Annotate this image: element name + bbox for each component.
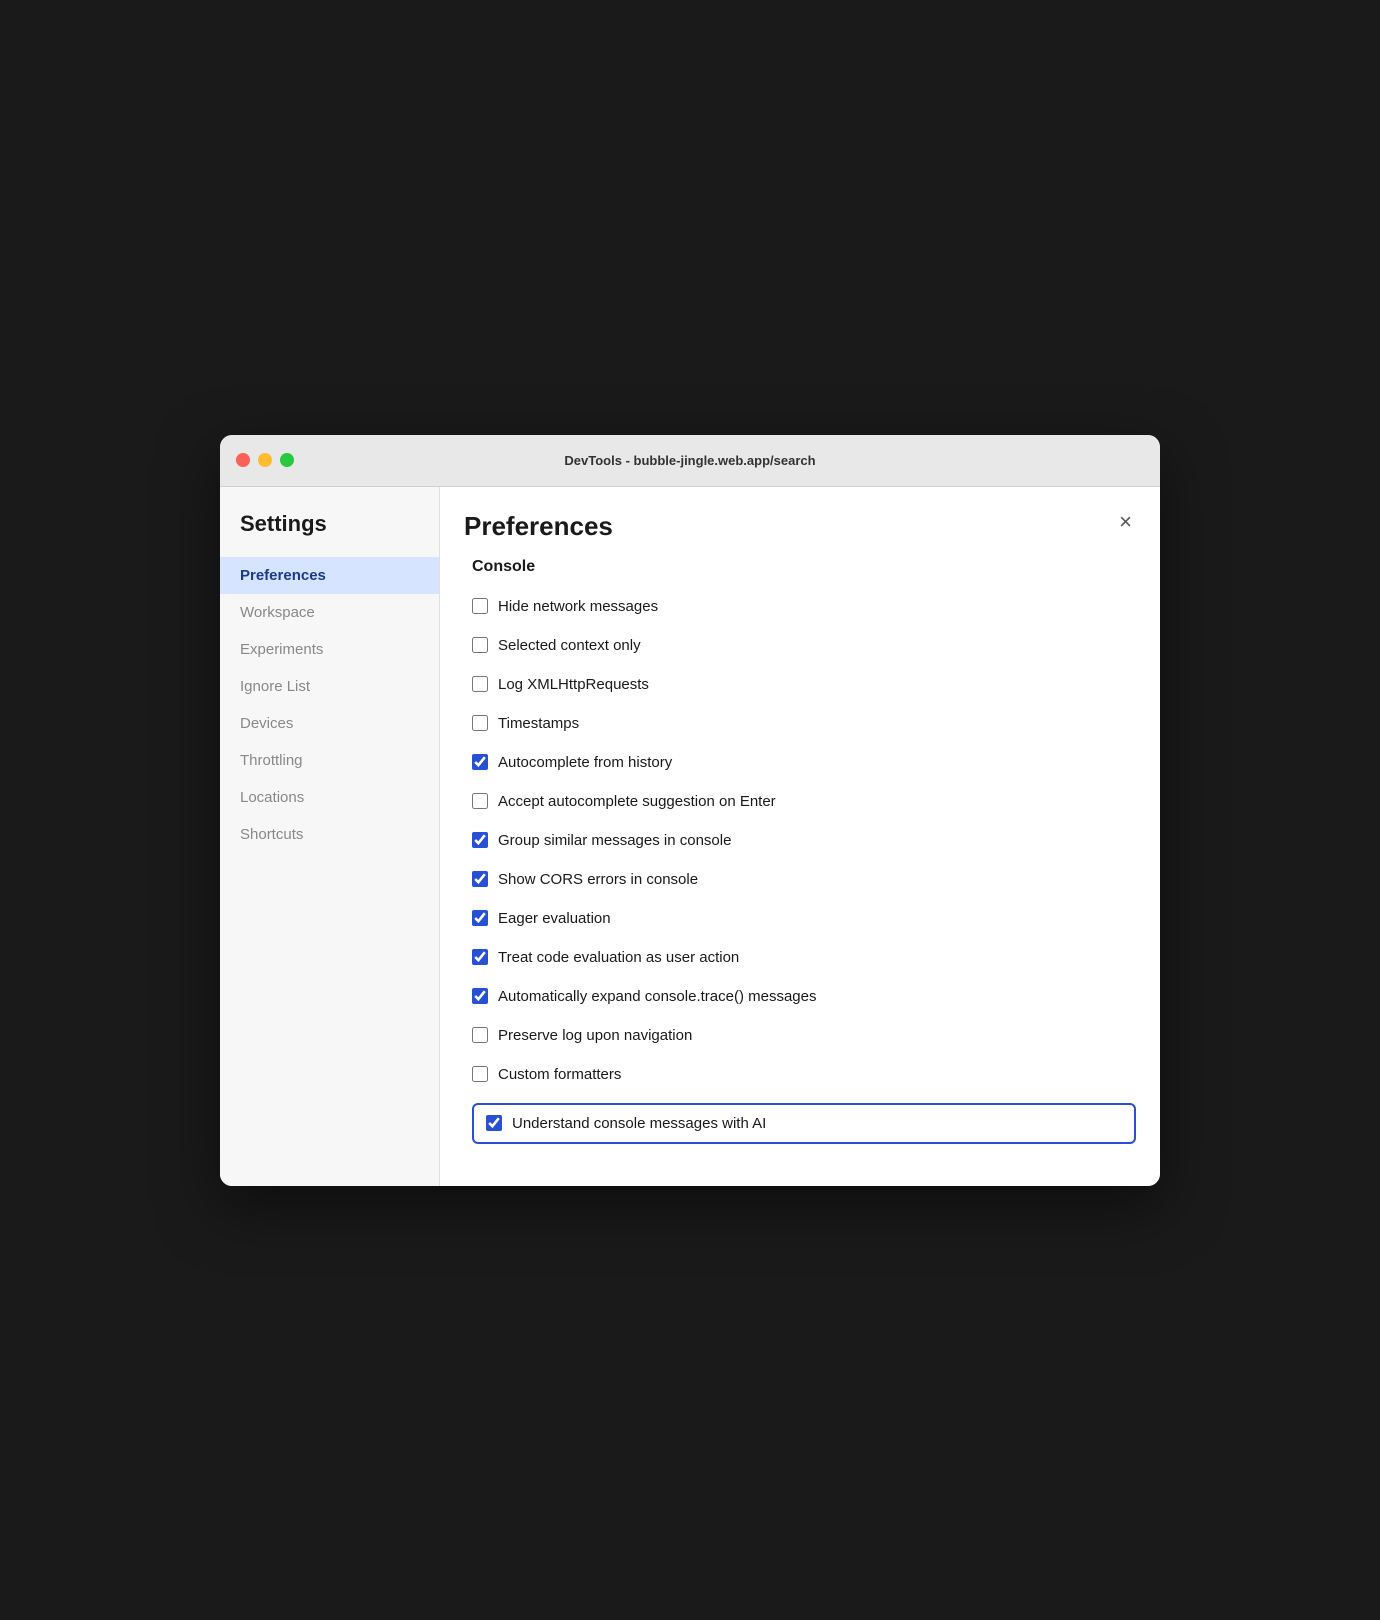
sidebar: Settings Preferences Workspace Experimen… [220,487,440,1186]
checkbox-autocomplete-enter: Accept autocomplete suggestion on Enter [472,791,1136,812]
show-cors-checkbox[interactable] [472,871,488,887]
checkbox-treat-code: Treat code evaluation as user action [472,947,1136,968]
timestamps-label[interactable]: Timestamps [498,713,579,734]
autocomplete-enter-label[interactable]: Accept autocomplete suggestion on Enter [498,791,776,812]
sidebar-item-throttling[interactable]: Throttling [220,742,439,779]
understand-ai-checkbox[interactable] [486,1115,502,1131]
sidebar-item-shortcuts[interactable]: Shortcuts [220,816,439,853]
main-header: Preferences × [440,511,1160,558]
expand-trace-checkbox[interactable] [472,988,488,1004]
log-xmlhttp-checkbox[interactable] [472,676,488,692]
content-area: Console Hide network messages Selected c… [440,558,1160,1186]
autocomplete-enter-checkbox[interactable] [472,793,488,809]
preserve-log-label[interactable]: Preserve log upon navigation [498,1025,692,1046]
hide-network-label[interactable]: Hide network messages [498,596,658,617]
custom-formatters-label[interactable]: Custom formatters [498,1064,621,1085]
selected-context-label[interactable]: Selected context only [498,635,641,656]
sidebar-item-ignore-list[interactable]: Ignore List [220,668,439,705]
selected-context-checkbox[interactable] [472,637,488,653]
checkbox-preserve-log: Preserve log upon navigation [472,1025,1136,1046]
close-window-button[interactable] [236,453,250,467]
sidebar-item-preferences[interactable]: Preferences [220,557,439,594]
log-xmlhttp-label[interactable]: Log XMLHttpRequests [498,674,649,695]
checkbox-log-xmlhttp: Log XMLHttpRequests [472,674,1136,695]
main-content: Preferences × Console Hide network messa… [440,487,1160,1186]
section-title-console: Console [472,558,1136,580]
preserve-log-checkbox[interactable] [472,1027,488,1043]
hide-network-checkbox[interactable] [472,598,488,614]
sidebar-item-experiments[interactable]: Experiments [220,631,439,668]
sidebar-title: Settings [220,511,439,557]
treat-code-label[interactable]: Treat code evaluation as user action [498,947,739,968]
checkbox-timestamps: Timestamps [472,713,1136,734]
checkbox-autocomplete-history: Autocomplete from history [472,752,1136,773]
expand-trace-label[interactable]: Automatically expand console.trace() mes… [498,986,817,1007]
checkbox-hide-network: Hide network messages [472,596,1136,617]
sidebar-item-workspace[interactable]: Workspace [220,594,439,631]
eager-eval-label[interactable]: Eager evaluation [498,908,611,929]
checkbox-custom-formatters: Custom formatters [472,1064,1136,1085]
page-title: Preferences [464,511,613,542]
checkbox-expand-trace: Automatically expand console.trace() mes… [472,986,1136,1007]
sidebar-item-devices[interactable]: Devices [220,705,439,742]
close-settings-button[interactable]: × [1115,511,1136,533]
minimize-window-button[interactable] [258,453,272,467]
eager-eval-checkbox[interactable] [472,910,488,926]
treat-code-checkbox[interactable] [472,949,488,965]
timestamps-checkbox[interactable] [472,715,488,731]
custom-formatters-checkbox[interactable] [472,1066,488,1082]
checkbox-show-cors: Show CORS errors in console [472,869,1136,890]
window-body: Settings Preferences Workspace Experimen… [220,487,1160,1186]
window-title: DevTools - bubble-jingle.web.app/search [564,453,815,468]
autocomplete-history-checkbox[interactable] [472,754,488,770]
maximize-window-button[interactable] [280,453,294,467]
understand-ai-label[interactable]: Understand console messages with AI [512,1113,766,1134]
sidebar-item-locations[interactable]: Locations [220,779,439,816]
checkbox-selected-context: Selected context only [472,635,1136,656]
autocomplete-history-label[interactable]: Autocomplete from history [498,752,672,773]
title-bar: DevTools - bubble-jingle.web.app/search [220,435,1160,487]
checkbox-eager-eval: Eager evaluation [472,908,1136,929]
group-similar-label[interactable]: Group similar messages in console [498,830,731,851]
checkbox-group-similar: Group similar messages in console [472,830,1136,851]
window-controls [236,453,294,467]
group-similar-checkbox[interactable] [472,832,488,848]
devtools-window: DevTools - bubble-jingle.web.app/search … [220,435,1160,1186]
show-cors-label[interactable]: Show CORS errors in console [498,869,698,890]
checkbox-understand-ai-container: Understand console messages with AI [472,1103,1136,1144]
